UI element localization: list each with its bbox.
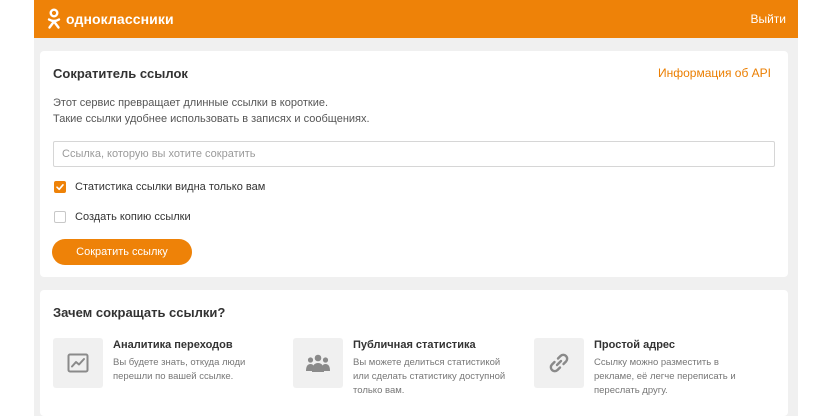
header-bar: одноклассники Выйти: [34, 0, 798, 38]
description-line-2: Такие ссылки удобнее использовать в запи…: [53, 113, 370, 125]
logout-link[interactable]: Выйти: [750, 12, 786, 26]
feature-analytics: Аналитика переходов Вы будете знать, отк…: [53, 338, 283, 408]
feature-title: Аналитика переходов: [113, 339, 233, 351]
feature-text: Вы можете делиться статистикой или сдела…: [353, 357, 506, 396]
feature-text: Вы будете знать, откуда люди перешли по …: [113, 357, 246, 382]
private-stats-checkbox[interactable]: [54, 181, 66, 193]
brand-name[interactable]: одноклассники: [66, 11, 174, 27]
shorten-link-button[interactable]: Сократить ссылку: [52, 239, 192, 265]
url-input[interactable]: [53, 141, 775, 167]
checkmark-icon: [56, 184, 64, 191]
copy-link-checkbox[interactable]: [54, 211, 66, 223]
api-info-link[interactable]: Информация об API: [658, 66, 771, 80]
feature-title: Публичная статистика: [353, 339, 476, 351]
private-stats-label: Статистика ссылки видна только вам: [75, 181, 266, 193]
copy-link-label: Создать копию ссылки: [75, 211, 191, 223]
private-stats-checkbox-row[interactable]: Статистика ссылки видна только вам: [54, 181, 265, 193]
feature-simple-address: Простой адрес Ссылку можно разместить в …: [534, 338, 764, 408]
why-title: Зачем сокращать ссылки?: [53, 305, 226, 320]
feature-text: Ссылку можно разместить в рекламе, её ле…: [594, 357, 736, 396]
link-icon: [534, 338, 584, 388]
people-icon: [293, 338, 343, 388]
description-line-1: Этот сервис превращает длинные ссылки в …: [53, 97, 329, 109]
feature-public-stats: Публичная статистика Вы можете делиться …: [293, 338, 523, 408]
shortener-card: Сократитель ссылок Информация об API Это…: [40, 51, 788, 277]
shortener-description: Этот сервис превращает длинные ссылки в …: [53, 95, 370, 127]
ok-logo-icon[interactable]: [46, 8, 62, 30]
feature-title: Простой адрес: [594, 339, 676, 351]
copy-link-checkbox-row[interactable]: Создать копию ссылки: [54, 211, 191, 223]
why-card: Зачем сокращать ссылки? Аналитика перехо…: [40, 290, 788, 416]
shortener-title: Сократитель ссылок: [53, 66, 188, 81]
chart-icon: [53, 338, 103, 388]
